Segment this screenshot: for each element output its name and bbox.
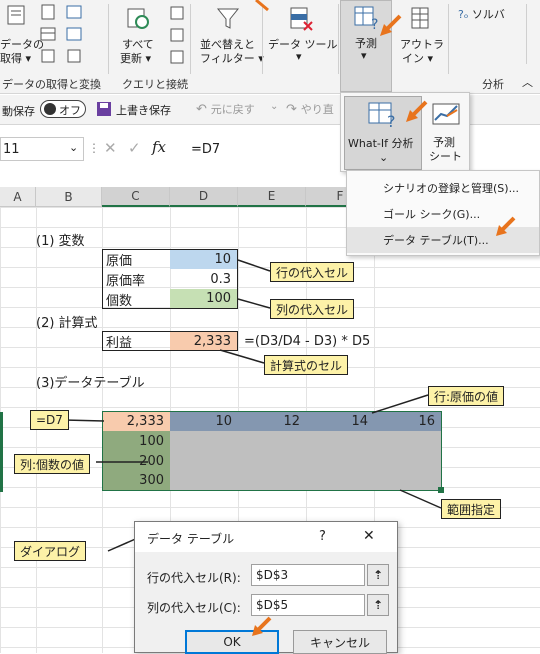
row-input-collapse-button[interactable]: ⇡ (367, 564, 389, 586)
row-input-label: 行の代入セル(R): (147, 571, 241, 585)
forecast-sheet-icon (432, 103, 460, 125)
callout-d7: =D7 (30, 410, 69, 430)
whatif-icon: ? (368, 102, 396, 129)
callout-formula-cell: 計算式のセル (264, 355, 349, 375)
callout-row-original: 行:原価の値 (428, 386, 505, 406)
svg-text:?: ? (387, 112, 396, 129)
col-input-value: $D$5 (256, 598, 289, 612)
callout-col-qty: 列:個数の値 (14, 454, 91, 474)
pointer-arrow-icon (496, 216, 516, 236)
col-input-collapse-button[interactable]: ⇡ (367, 594, 389, 616)
col-input-field[interactable]: $D$5 (251, 594, 365, 616)
pointer-arrow-icon (406, 100, 428, 122)
callout-range: 範囲指定 (441, 499, 502, 519)
collapse-icon: ⇡ (372, 598, 384, 612)
col-input-label: 列の代入セル(C): (147, 601, 241, 615)
callout-dialog: ダイアログ (14, 541, 87, 561)
callout-row-input: 行の代入セル (270, 262, 355, 282)
whatif-menu: シナリオの登録と管理(S)... ゴール シーク(G)... データ テーブル(… (346, 170, 540, 256)
row-input-value: $D$3 (256, 568, 289, 582)
row-input-field[interactable]: $D$3 (251, 564, 365, 586)
cancel-button[interactable]: キャンセル (293, 630, 387, 654)
dialog-title-bar[interactable]: データ テーブル ? ✕ (135, 522, 397, 552)
menu-item-scenario-manager[interactable]: シナリオの登録と管理(S)... (347, 175, 539, 201)
whatif-dropdown-icon: ⌄ (379, 151, 389, 164)
forecast-sheet-button[interactable]: 予測 シート (425, 96, 467, 170)
forecast-sheet-label-2: シート (429, 150, 462, 163)
whatif-label: What-If 分析 (348, 137, 414, 150)
help-icon[interactable]: ? (319, 529, 326, 544)
pointer-arrow-icon (252, 616, 272, 636)
callout-col-input: 列の代入セル (270, 299, 355, 319)
dialog-title: データ テーブル (147, 532, 235, 546)
close-icon[interactable]: ✕ (363, 528, 375, 544)
collapse-icon: ⇡ (372, 568, 384, 582)
